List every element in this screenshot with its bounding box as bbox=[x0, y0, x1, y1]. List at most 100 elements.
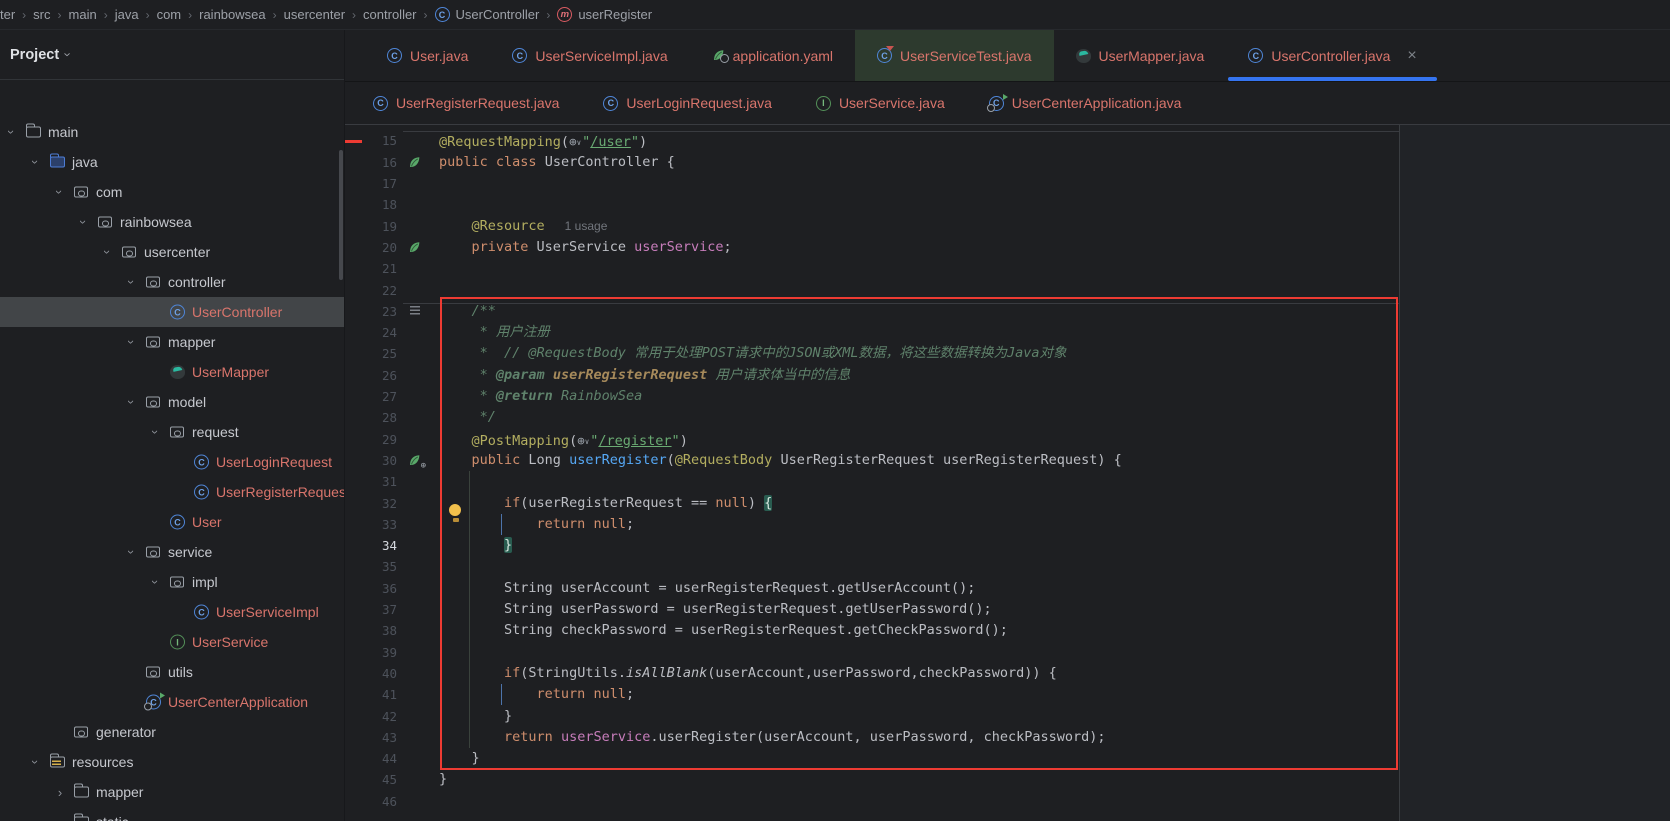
tree-chevron-icon[interactable]: › bbox=[141, 574, 171, 590]
line-number[interactable]: 32 bbox=[345, 493, 397, 514]
tree-item-label: User bbox=[192, 507, 222, 537]
line-number[interactable]: 35 bbox=[345, 556, 397, 577]
tab-UserRegisterRequest.java[interactable]: CUserRegisterRequest.java bbox=[351, 82, 581, 124]
line-number[interactable]: 18 bbox=[345, 194, 397, 215]
tree-chevron-icon[interactable]: › bbox=[21, 754, 51, 770]
close-icon[interactable]: × bbox=[1407, 47, 1416, 65]
tree-item-main[interactable]: ›main bbox=[0, 117, 344, 147]
breadcrumb-item-usercenter[interactable]: usercenter bbox=[284, 7, 345, 22]
tab-UserController.java[interactable]: CUserController.java× bbox=[1226, 30, 1438, 81]
tab-UserServiceTest.java[interactable]: CUserServiceTest.java bbox=[855, 30, 1054, 81]
tree-item-service[interactable]: ›service bbox=[0, 537, 344, 567]
code-editor[interactable]: 15@RequestMapping(⊕∨"/user")16public cla… bbox=[345, 125, 1399, 821]
tree-item-impl[interactable]: ›impl bbox=[0, 567, 344, 597]
tree-chevron-icon[interactable]: › bbox=[52, 777, 68, 807]
tree-item-static[interactable]: static bbox=[0, 807, 344, 821]
line-number[interactable]: 45 bbox=[345, 769, 397, 790]
tab-UserServiceImpl.java[interactable]: CUserServiceImpl.java bbox=[490, 30, 689, 81]
tree-item-resources[interactable]: ›resources bbox=[0, 747, 344, 777]
url-mapping-globe-icon[interactable]: ⊕∨ bbox=[569, 130, 582, 153]
breadcrumb-separator-icon: › bbox=[22, 8, 26, 22]
tree-item-rainbowsea[interactable]: ›rainbowsea bbox=[0, 207, 344, 237]
tree-item-utils[interactable]: utils bbox=[0, 657, 344, 687]
tree-chevron-icon[interactable]: › bbox=[117, 334, 147, 350]
breadcrumb-item-controller[interactable]: controller bbox=[363, 7, 416, 22]
line-number[interactable]: 29 bbox=[345, 429, 397, 450]
tab-UserMapper.java[interactable]: UserMapper.java bbox=[1054, 30, 1227, 81]
line-number[interactable]: 17 bbox=[345, 173, 397, 194]
tree-item-UserRegisterRequest[interactable]: CUserRegisterRequest bbox=[0, 477, 344, 507]
line-number[interactable]: 27 bbox=[345, 386, 397, 407]
breadcrumb-item-UserController[interactable]: CUserController bbox=[435, 7, 540, 22]
tree-item-request[interactable]: ›request bbox=[0, 417, 344, 447]
line-number[interactable]: 42 bbox=[345, 706, 397, 727]
line-number[interactable]: 20 bbox=[345, 237, 397, 258]
tab-UserLoginRequest.java[interactable]: CUserLoginRequest.java bbox=[581, 82, 794, 124]
tree-item-UserMapper[interactable]: UserMapper bbox=[0, 357, 344, 387]
line-number[interactable]: 31 bbox=[345, 471, 397, 492]
tab-User.java[interactable]: CUser.java bbox=[365, 30, 490, 81]
tree-item-UserServiceImpl[interactable]: CUserServiceImpl bbox=[0, 597, 344, 627]
line-number[interactable]: 43 bbox=[345, 727, 397, 748]
tree-item-label: UserRegisterRequest bbox=[216, 477, 344, 507]
project-tree: ›main›java›com›rainbowsea›usercenter›con… bbox=[0, 110, 344, 821]
tree-item-controller[interactable]: ›controller bbox=[0, 267, 344, 297]
line-number[interactable]: 26 bbox=[345, 365, 397, 386]
line-number[interactable]: 22 bbox=[345, 280, 397, 301]
line-number[interactable]: 34 bbox=[345, 535, 397, 556]
tree-chevron-icon[interactable]: › bbox=[21, 154, 51, 170]
project-panel-header[interactable]: Project › bbox=[0, 30, 344, 80]
tree-item-generator[interactable]: generator bbox=[0, 717, 344, 747]
breadcrumb-item-src[interactable]: src bbox=[33, 7, 50, 22]
line-number[interactable]: 33 bbox=[345, 514, 397, 535]
line-number[interactable]: 24 bbox=[345, 322, 397, 343]
tree-item-mapper[interactable]: ›mapper bbox=[0, 327, 344, 357]
tree-item-UserController[interactable]: CUserController bbox=[0, 297, 344, 327]
tree-item-UserLoginRequest[interactable]: CUserLoginRequest bbox=[0, 447, 344, 477]
tree-item-UserService[interactable]: IUserService bbox=[0, 627, 344, 657]
breadcrumb-item-com[interactable]: com bbox=[157, 7, 182, 22]
tab-UserCenterApplication.java[interactable]: CUserCenterApplication.java bbox=[967, 82, 1204, 124]
breadcrumb-item-rainbowsea[interactable]: rainbowsea bbox=[199, 7, 266, 22]
line-number[interactable]: 19 bbox=[345, 216, 397, 237]
line-number[interactable]: 46 bbox=[345, 791, 397, 812]
line-number[interactable]: 16 bbox=[345, 152, 397, 173]
tree-item-label: java bbox=[72, 147, 98, 177]
tree-item-User[interactable]: CUser bbox=[0, 507, 344, 537]
line-number[interactable]: 25 bbox=[345, 343, 397, 364]
tree-chevron-icon[interactable]: › bbox=[69, 214, 99, 230]
line-number[interactable]: 21 bbox=[345, 258, 397, 279]
tree-chevron-icon[interactable]: › bbox=[141, 424, 171, 440]
breadcrumb-item-java[interactable]: java bbox=[115, 7, 139, 22]
line-number[interactable]: 41 bbox=[345, 684, 397, 705]
tree-chevron-icon[interactable]: › bbox=[117, 394, 147, 410]
tree-chevron-icon[interactable]: › bbox=[45, 184, 75, 200]
line-number[interactable]: 36 bbox=[345, 578, 397, 599]
tree-chevron-icon[interactable]: › bbox=[0, 124, 27, 140]
tree-chevron-icon[interactable]: › bbox=[117, 544, 147, 560]
line-number[interactable]: 28 bbox=[345, 407, 397, 428]
project-scrollbar-thumb[interactable] bbox=[339, 150, 343, 280]
tab-UserService.java[interactable]: IUserService.java bbox=[794, 82, 967, 124]
breadcrumb-label: usercenter bbox=[284, 7, 345, 22]
line-number[interactable]: 37 bbox=[345, 599, 397, 620]
line-number[interactable]: 30 bbox=[345, 450, 397, 471]
line-number[interactable]: 39 bbox=[345, 642, 397, 663]
tree-chevron-icon[interactable]: › bbox=[93, 244, 123, 260]
package-icon bbox=[146, 397, 160, 408]
tree-item-mapper[interactable]: ›mapper bbox=[0, 777, 344, 807]
tree-item-UserCenterApplication[interactable]: CUserCenterApplication bbox=[0, 687, 344, 717]
breadcrumb-item-ter[interactable]: ter bbox=[0, 7, 15, 22]
line-number[interactable]: 40 bbox=[345, 663, 397, 684]
breadcrumb-item-userRegister[interactable]: muserRegister bbox=[557, 7, 652, 22]
tree-item-model[interactable]: ›model bbox=[0, 387, 344, 417]
tree-item-usercenter[interactable]: ›usercenter bbox=[0, 237, 344, 267]
breadcrumb-item-main[interactable]: main bbox=[69, 7, 97, 22]
tree-chevron-icon[interactable]: › bbox=[117, 274, 147, 290]
tree-item-java[interactable]: › java bbox=[0, 147, 344, 177]
line-number[interactable]: 38 bbox=[345, 620, 397, 641]
line-number[interactable]: 44 bbox=[345, 748, 397, 769]
line-number[interactable]: 23 bbox=[345, 301, 397, 322]
tree-item-com[interactable]: ›com bbox=[0, 177, 344, 207]
tab-application.yaml[interactable]: application.yaml bbox=[690, 30, 855, 81]
